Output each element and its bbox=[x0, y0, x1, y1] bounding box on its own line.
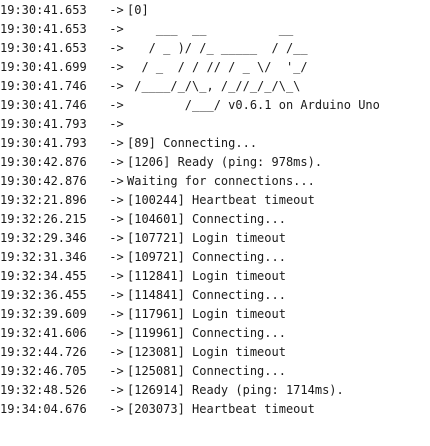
log-separator: -> bbox=[102, 117, 124, 131]
log-message: [117961] Login timeout bbox=[127, 307, 286, 321]
log-line: 19:32:31.346 -> [109721] Connecting... bbox=[0, 248, 430, 267]
log-timestamp: 19:32:26.215 bbox=[0, 212, 87, 226]
log-separator: -> bbox=[102, 402, 124, 416]
log-timestamp: 19:32:46.705 bbox=[0, 364, 87, 378]
log-separator: -> bbox=[102, 364, 124, 378]
log-line: 19:32:44.726 -> [123081] Login timeout bbox=[0, 343, 430, 362]
log-message: [109721] Connecting... bbox=[127, 250, 286, 264]
log-timestamp: 19:30:41.653 bbox=[0, 41, 87, 55]
log-message: [100244] Heartbeat timeout bbox=[127, 193, 315, 207]
log-line: 19:30:41.746 -> /___/ v0.6.1 on Arduino … bbox=[0, 96, 430, 115]
log-separator: -> bbox=[102, 269, 124, 283]
log-message: [0] bbox=[127, 3, 149, 17]
log-message: [104601] Connecting... bbox=[127, 212, 286, 226]
log-separator: -> bbox=[102, 383, 124, 397]
log-separator: -> bbox=[102, 98, 124, 112]
log-line: 19:32:39.609 -> [117961] Login timeout bbox=[0, 305, 430, 324]
log-line: 19:30:41.653 -> / _ )/ /_ _____ / /__ bbox=[0, 39, 430, 58]
log-line: 19:34:04.676 -> [203073] Heartbeat timeou… bbox=[0, 400, 430, 419]
log-line: 19:32:46.705 -> [125081] Connecting... bbox=[0, 362, 430, 381]
log-line: 19:30:41.793 -> bbox=[0, 115, 430, 134]
log-timestamp: 19:30:42.876 bbox=[0, 174, 87, 188]
log-separator: -> bbox=[102, 155, 124, 169]
log-timestamp: 19:32:41.606 bbox=[0, 326, 87, 340]
log-line: 19:32:48.526 -> [126914] Ready (ping: 171… bbox=[0, 381, 430, 400]
log-message: /____/_/\_, /_//_/_/\_\ bbox=[127, 79, 301, 93]
log-timestamp: 19:30:41.793 bbox=[0, 117, 87, 131]
log-message: ___ __ __ bbox=[127, 22, 294, 36]
log-message: [112841] Login timeout bbox=[127, 269, 286, 283]
log-timestamp: 19:32:29.346 bbox=[0, 231, 87, 245]
serial-monitor-output[interactable]: 19:30:41.653 -> [0] 19:30:41.653 -> ___ _… bbox=[0, 0, 430, 446]
log-timestamp: 19:32:48.526 bbox=[0, 383, 87, 397]
log-message: [119961] Connecting... bbox=[127, 326, 286, 340]
log-separator: -> bbox=[102, 326, 124, 340]
log-separator: -> bbox=[102, 345, 124, 359]
log-separator: -> bbox=[102, 250, 124, 264]
log-line: 19:32:21.896 -> [100244] Heartbeat timeou… bbox=[0, 191, 430, 210]
log-separator: -> bbox=[102, 136, 124, 150]
log-message: [107721] Login timeout bbox=[127, 231, 286, 245]
log-separator: -> bbox=[102, 174, 124, 188]
log-timestamp: 19:30:41.653 bbox=[0, 3, 87, 17]
log-timestamp: 19:30:41.746 bbox=[0, 79, 87, 93]
log-timestamp: 19:32:34.455 bbox=[0, 269, 87, 283]
log-timestamp: 19:34:04.676 bbox=[0, 402, 87, 416]
log-line: 19:32:34.455 -> [112841] Login timeout bbox=[0, 267, 430, 286]
log-message: [89] Connecting... bbox=[127, 136, 258, 150]
log-message: /___/ v0.6.1 on Arduino Uno bbox=[127, 98, 380, 112]
log-line: 19:30:41.746 -> /____/_/\_, /_//_/_/\_\ bbox=[0, 77, 430, 96]
log-message: [123081] Login timeout bbox=[127, 345, 286, 359]
log-line: 19:30:42.876 -> [1206] Ready (ping: 978ms… bbox=[0, 153, 430, 172]
log-separator: -> bbox=[102, 79, 124, 93]
log-separator: -> bbox=[102, 22, 124, 36]
log-line: 19:30:42.876 -> Waiting for connections..… bbox=[0, 172, 430, 191]
log-line: 19:32:41.606 -> [119961] Connecting... bbox=[0, 324, 430, 343]
log-message: [125081] Connecting... bbox=[127, 364, 286, 378]
log-timestamp: 19:30:42.876 bbox=[0, 155, 87, 169]
log-line: 19:32:36.455 -> [114841] Connecting... bbox=[0, 286, 430, 305]
log-separator: -> bbox=[102, 288, 124, 302]
log-message: / _ / / // / _ \/ '_/ bbox=[127, 60, 308, 74]
log-message: [114841] Connecting... bbox=[127, 288, 286, 302]
log-timestamp: 19:32:31.346 bbox=[0, 250, 87, 264]
log-line: 19:32:29.346 -> [107721] Login timeout bbox=[0, 229, 430, 248]
log-timestamp: 19:32:21.896 bbox=[0, 193, 87, 207]
log-timestamp: 19:30:41.653 bbox=[0, 22, 87, 36]
log-line: 19:32:26.215 -> [104601] Connecting... bbox=[0, 210, 430, 229]
log-timestamp: 19:30:41.699 bbox=[0, 60, 87, 74]
log-message: [203073] Heartbeat timeout bbox=[127, 402, 315, 416]
log-message: [126914] Ready (ping: 1714ms). bbox=[127, 383, 344, 397]
log-timestamp: 19:30:41.746 bbox=[0, 98, 87, 112]
log-line: 19:30:41.653 -> ___ __ __ bbox=[0, 20, 430, 39]
log-separator: -> bbox=[102, 3, 124, 17]
log-separator: -> bbox=[102, 212, 124, 226]
log-line: 19:30:41.793 -> [89] Connecting... bbox=[0, 134, 430, 153]
log-timestamp: 19:32:39.609 bbox=[0, 307, 87, 321]
log-timestamp: 19:32:44.726 bbox=[0, 345, 87, 359]
log-line: 19:30:41.699 -> / _ / / // / _ \/ '_/ bbox=[0, 58, 430, 77]
log-message: / _ )/ /_ _____ / /__ bbox=[127, 41, 308, 55]
log-line: 19:30:41.653 -> [0] bbox=[0, 1, 430, 20]
log-separator: -> bbox=[102, 41, 124, 55]
log-timestamp: 19:32:36.455 bbox=[0, 288, 87, 302]
log-timestamp: 19:30:41.793 bbox=[0, 136, 87, 150]
log-separator: -> bbox=[102, 60, 124, 74]
log-separator: -> bbox=[102, 307, 124, 321]
log-message: Waiting for connections... bbox=[127, 174, 315, 188]
log-separator: -> bbox=[102, 231, 124, 245]
log-separator: -> bbox=[102, 193, 124, 207]
log-message: [1206] Ready (ping: 978ms). bbox=[127, 155, 323, 169]
